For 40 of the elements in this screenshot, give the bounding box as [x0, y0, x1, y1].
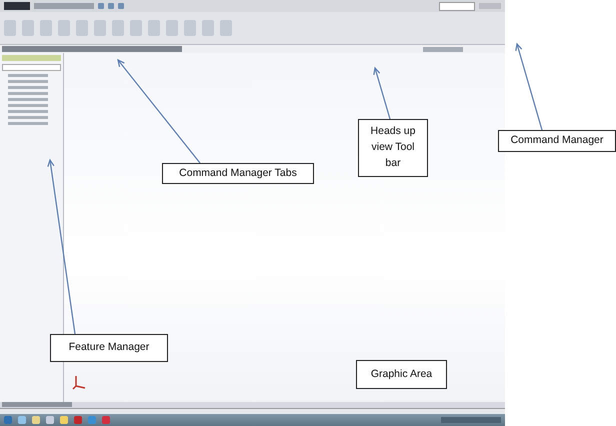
callout-label: Graphic Area	[356, 360, 447, 389]
tree-item[interactable]	[8, 122, 48, 125]
tree-item[interactable]	[8, 80, 48, 83]
callout-label: Command Manager Tabs	[162, 163, 314, 184]
ribbon-button[interactable]	[76, 20, 88, 36]
ribbon-button[interactable]	[22, 20, 34, 36]
tree-item[interactable]	[8, 98, 48, 101]
ribbon-button[interactable]	[166, 20, 178, 36]
ribbon-button[interactable]	[220, 20, 232, 36]
model-tabs[interactable]	[2, 402, 72, 407]
ribbon-button[interactable]	[4, 20, 16, 36]
tree-item[interactable]	[8, 92, 48, 95]
graphics-area[interactable]	[64, 53, 505, 402]
tree-item[interactable]	[8, 86, 48, 89]
callout-label: Heads up view Tool bar	[358, 119, 428, 177]
ribbon-button[interactable]	[58, 20, 70, 36]
tree-item[interactable]	[8, 74, 48, 77]
tree-item[interactable]	[8, 110, 48, 113]
system-tray	[441, 417, 501, 423]
panel-toolbar[interactable]	[2, 55, 61, 61]
menu-bar[interactable]	[34, 3, 94, 9]
ribbon-button[interactable]	[130, 20, 142, 36]
ribbon-button[interactable]	[184, 20, 196, 36]
heads-up-toolbar[interactable]	[423, 46, 463, 52]
axis-triad-icon	[72, 374, 86, 390]
callout-arrow	[373, 66, 391, 120]
search-field[interactable]	[439, 2, 475, 10]
ribbon-button[interactable]	[202, 20, 214, 36]
filter-field[interactable]	[2, 64, 61, 71]
ribbon-button[interactable]	[148, 20, 160, 36]
tree-item[interactable]	[8, 116, 48, 119]
tree-item[interactable]	[8, 104, 48, 107]
ribbon-button[interactable]	[94, 20, 106, 36]
window-controls[interactable]	[479, 3, 501, 9]
callout-label: Command Manager	[498, 130, 616, 152]
ribbon-button[interactable]	[112, 20, 124, 36]
callout-label: Feature Manager	[50, 334, 168, 362]
ribbon-button[interactable]	[40, 20, 52, 36]
command-manager-tabs[interactable]	[2, 46, 182, 52]
app-logo	[4, 2, 30, 10]
